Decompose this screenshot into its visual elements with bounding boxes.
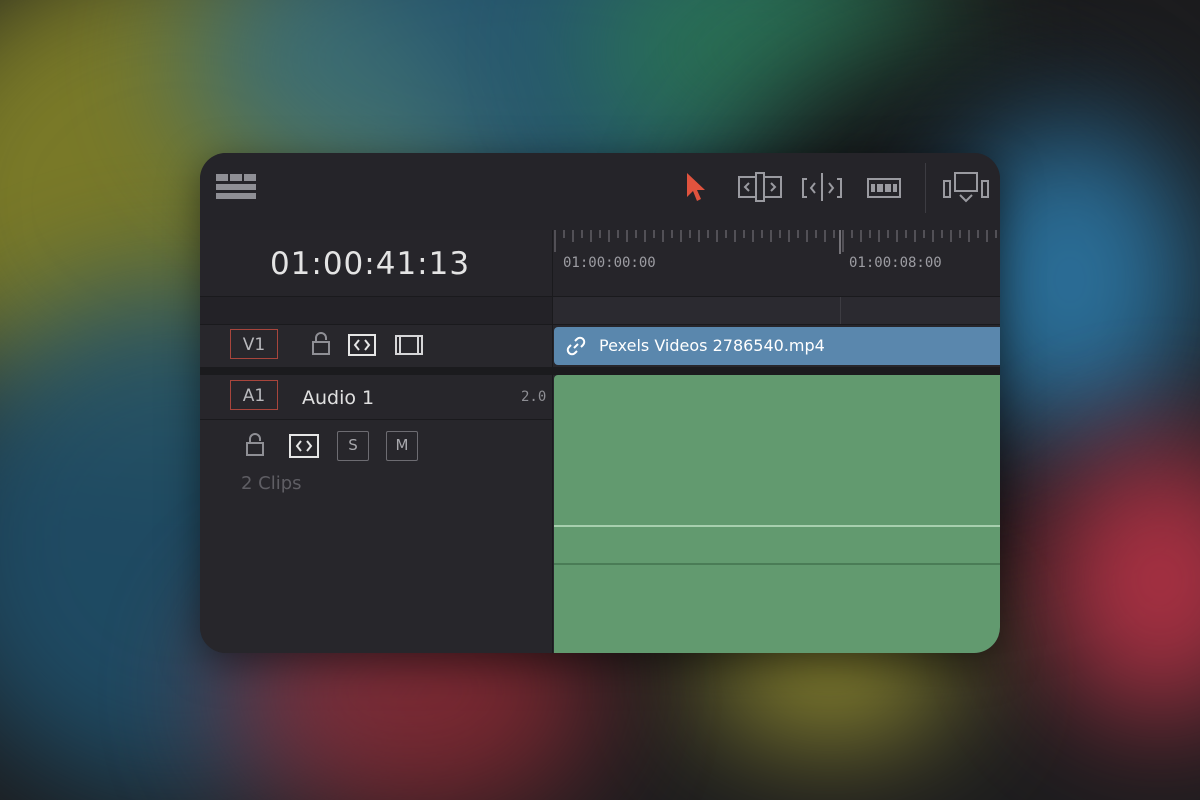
audio-track-badge[interactable]: A1 (230, 380, 278, 410)
timecode-area: 01:00:41:13 (200, 230, 552, 297)
lock-icon[interactable] (310, 331, 332, 357)
clips-count: 2 Clips (241, 473, 302, 494)
ruler-label-start: 01:00:00:00 (563, 255, 656, 271)
toolbar-separator (925, 163, 926, 213)
mute-button[interactable]: M (386, 431, 418, 461)
track-separator[interactable] (200, 367, 1000, 375)
link-icon (566, 336, 586, 356)
timeline-toolbar (200, 153, 1000, 231)
header-spacer (200, 297, 552, 325)
audio-channel-divider (554, 563, 1000, 565)
ruler-label-8s: 01:00:08:00 (849, 255, 942, 271)
timeline-ruler[interactable]: 01:00:00:00 01:00:08:00 (553, 230, 1000, 297)
blade-icon[interactable] (866, 175, 902, 201)
audio-clip[interactable] (554, 375, 1000, 653)
audio-track-name[interactable]: Audio 1 (302, 387, 374, 409)
auto-track-selector-icon[interactable] (348, 334, 376, 356)
lock-icon[interactable] (244, 432, 266, 458)
current-timecode[interactable]: 01:00:41:13 (200, 246, 540, 282)
audio-waveform-line (554, 525, 1000, 527)
snapping-icon[interactable] (942, 171, 990, 205)
selection-pointer-icon[interactable] (685, 171, 707, 203)
audio-channel-format: 2.0 (521, 389, 547, 405)
video-clip-name: Pexels Videos 2786540.mp4 (599, 336, 825, 355)
trim-edit-icon[interactable] (737, 171, 783, 203)
video-clip[interactable]: Pexels Videos 2786540.mp4 (554, 327, 1000, 365)
audio-track-header: A1 Audio 1 2.0 S M 2 Clips (200, 375, 552, 653)
dynamic-trim-icon[interactable] (801, 171, 843, 203)
solo-button[interactable]: S (337, 431, 369, 461)
ruler-lower-band (553, 297, 1000, 325)
timeline-panel: 01:00:41:13 01:00:00:00 01:00:08:00 V1 P… (200, 153, 1000, 653)
header-divider[interactable] (552, 230, 553, 653)
film-icon[interactable] (395, 335, 423, 355)
timeline-layout-icon[interactable] (215, 173, 257, 201)
auto-track-selector-icon[interactable] (289, 434, 319, 458)
video-track-header: V1 (200, 325, 552, 368)
video-track-badge[interactable]: V1 (230, 329, 278, 359)
audio-track-title-row: A1 Audio 1 2.0 (200, 375, 552, 420)
